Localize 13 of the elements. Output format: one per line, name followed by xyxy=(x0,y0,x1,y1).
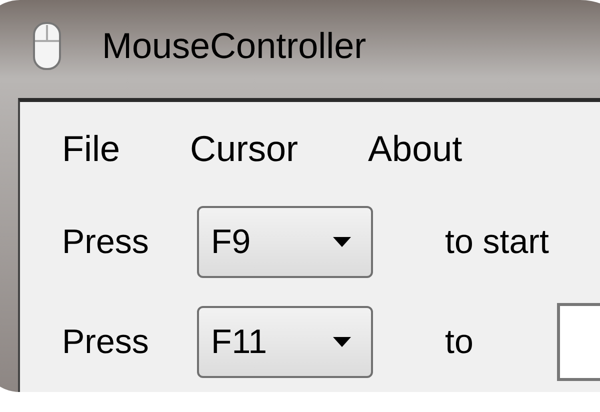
menu-item[interactable]: About xyxy=(368,128,462,170)
caret-icon xyxy=(333,337,351,347)
key-dropdown[interactable]: F9 xyxy=(197,206,373,278)
press-label: Press xyxy=(62,322,150,362)
mouse-icon xyxy=(32,21,62,71)
menu-item[interactable]: File xyxy=(62,128,120,170)
window-title: MouseController xyxy=(102,25,366,67)
press-label: Press xyxy=(62,222,150,262)
action-label: to xyxy=(445,322,474,362)
key-dropdown[interactable]: F11 xyxy=(197,306,373,378)
action-label: to start xyxy=(445,222,549,262)
menu-item[interactable]: Cursor xyxy=(190,128,298,170)
caret-icon xyxy=(333,237,351,247)
